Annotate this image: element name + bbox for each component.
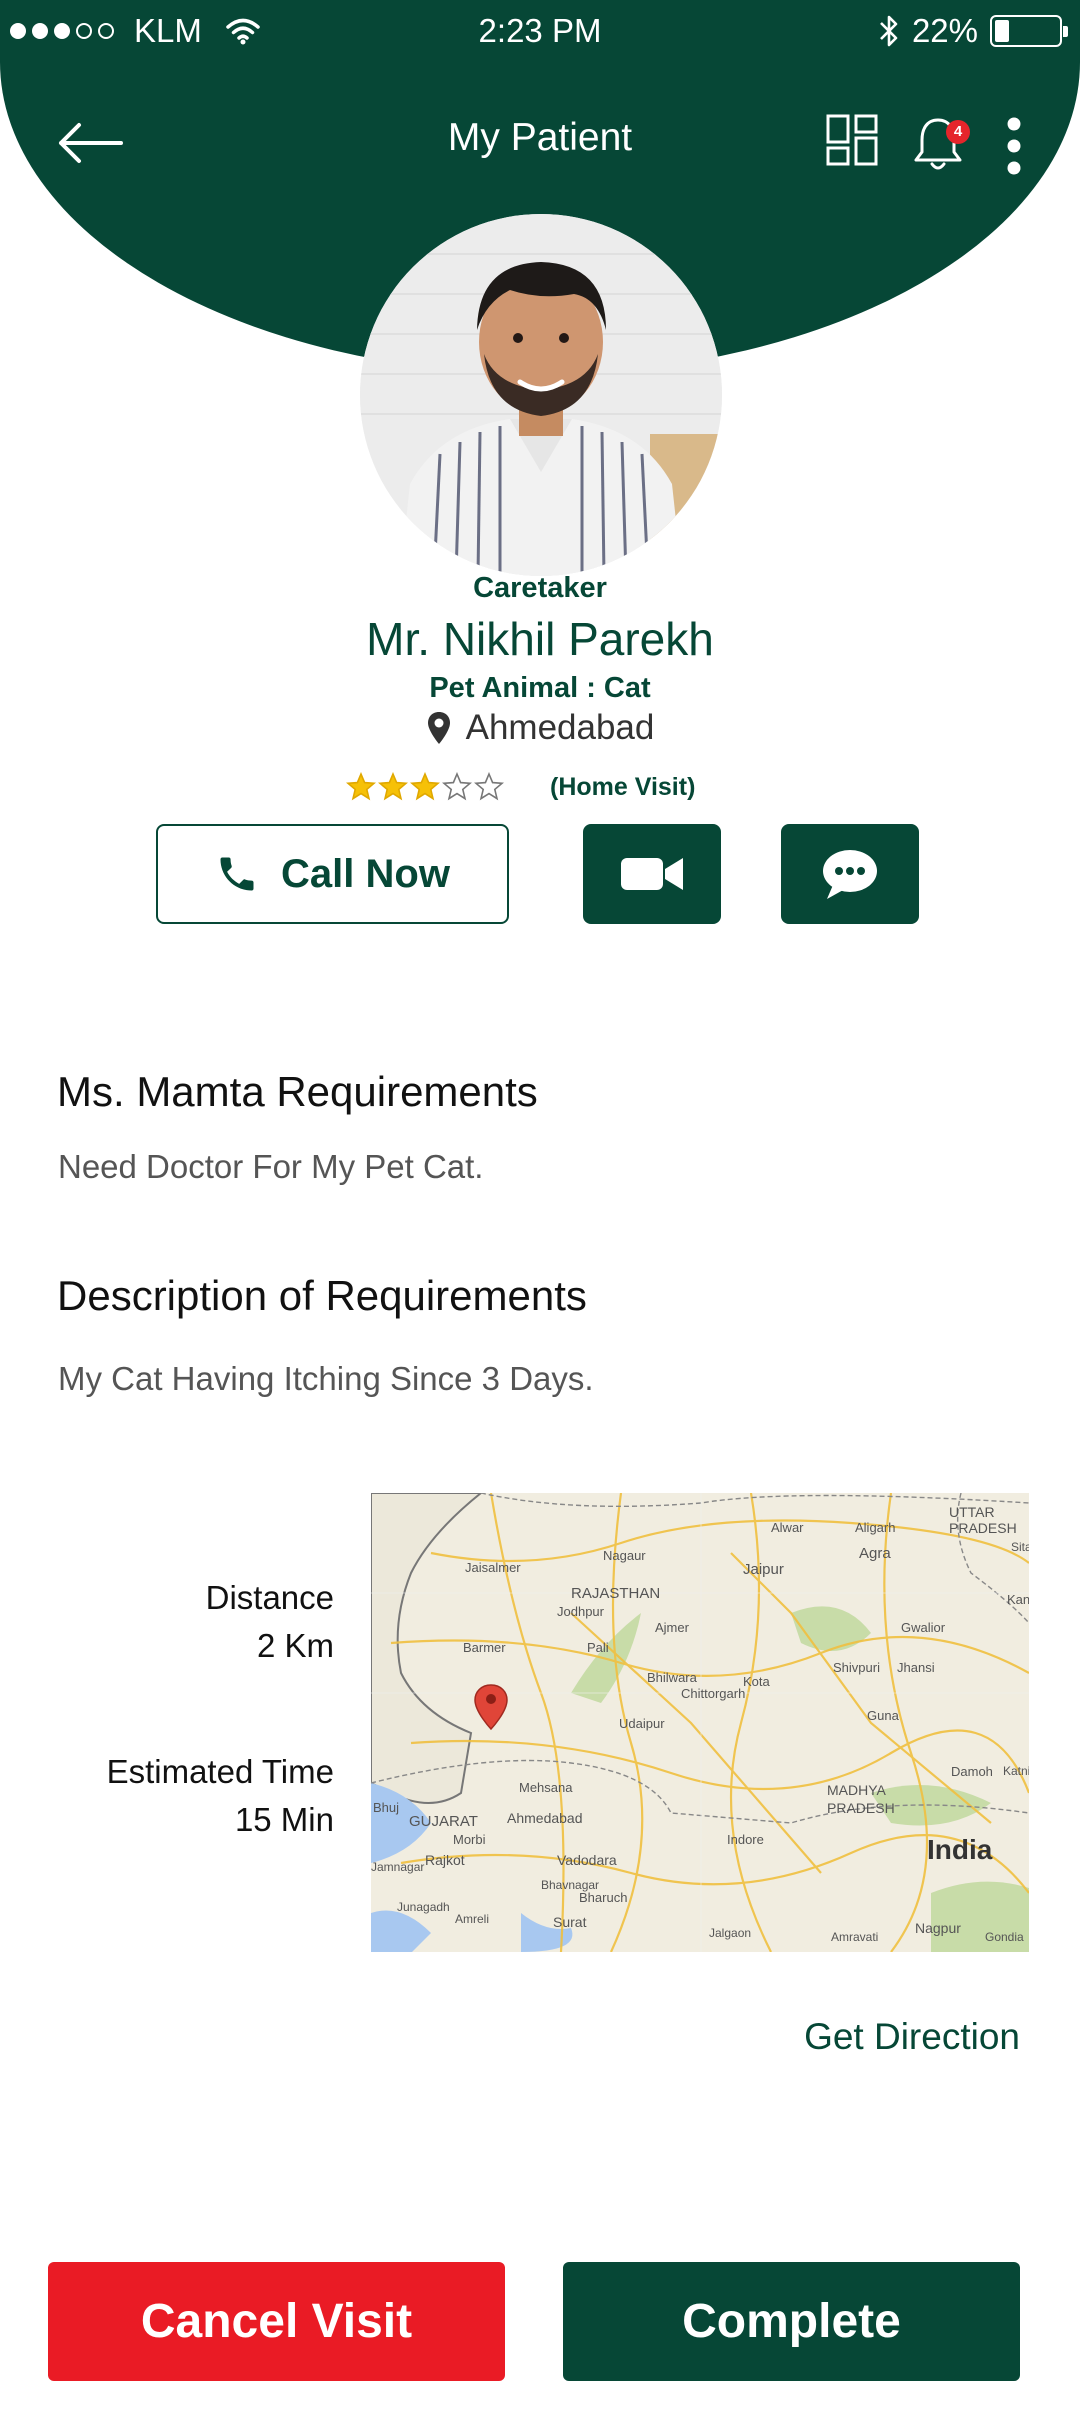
estimated-time-label: Estimated Time bbox=[106, 1753, 334, 1790]
map-label: Katni bbox=[1003, 1764, 1029, 1778]
person-photo bbox=[360, 214, 722, 576]
map-label: Sita bbox=[1011, 1540, 1029, 1554]
estimated-time-value: 15 Min bbox=[234, 1801, 334, 1838]
map-label: Jaipur bbox=[743, 1561, 784, 1578]
map-label: Damoh bbox=[951, 1764, 993, 1779]
map-label: Mehsana bbox=[519, 1780, 573, 1795]
map-label: Kanpur bbox=[1007, 1592, 1029, 1607]
call-now-button[interactable]: Call Now bbox=[156, 824, 509, 924]
distance-label: Distance bbox=[205, 1579, 334, 1616]
map-label: Vadodara bbox=[557, 1852, 617, 1868]
more-options-button[interactable] bbox=[990, 112, 1038, 182]
map-label: Nagpur bbox=[915, 1920, 961, 1936]
map-label: Nagaur bbox=[603, 1548, 646, 1563]
map-label: Shivpuri bbox=[833, 1660, 880, 1675]
map-label: Junagadh bbox=[397, 1900, 450, 1914]
cancel-visit-button[interactable]: Cancel Visit bbox=[48, 2262, 505, 2381]
map-label: Udaipur bbox=[619, 1716, 665, 1731]
phone-icon bbox=[220, 857, 254, 891]
estimated-time-info: Estimated Time 15 Min bbox=[107, 1748, 334, 1844]
map-label: Ahmedabad bbox=[507, 1810, 583, 1826]
map-label: Guna bbox=[867, 1708, 900, 1723]
map-label: Amravati bbox=[831, 1930, 878, 1944]
star-filled-icon bbox=[346, 772, 376, 801]
map-label: Barmer bbox=[463, 1640, 506, 1655]
description-text: My Cat Having Itching Since 3 Days. bbox=[58, 1360, 594, 1397]
battery-fill bbox=[995, 20, 1009, 42]
map-label: Jodhpur bbox=[557, 1604, 605, 1619]
requirements-title: Ms. Mamta Requirements bbox=[57, 1068, 538, 1115]
dashboard-button[interactable] bbox=[826, 114, 886, 174]
map-label: Rajkot bbox=[425, 1852, 465, 1868]
chat-bubble-icon bbox=[823, 850, 877, 899]
dashboard-icon bbox=[826, 114, 878, 166]
distance-value: 2 Km bbox=[256, 1627, 334, 1664]
location-pin-icon bbox=[427, 712, 450, 744]
map-label: PRADESH bbox=[827, 1800, 895, 1816]
map-label: Alwar bbox=[771, 1520, 804, 1535]
map-label: MADHYA bbox=[827, 1782, 887, 1798]
map-label: Aligarh bbox=[855, 1520, 895, 1535]
star-filled-icon bbox=[378, 772, 408, 801]
route-map[interactable]: UTTAR PRADESH Alwar Aligarh Sita Agra Jaisalme… bbox=[371, 1493, 1029, 1952]
battery-icon bbox=[990, 15, 1068, 47]
notification-badge: 4 bbox=[946, 120, 970, 144]
star-empty-icon bbox=[442, 772, 472, 801]
call-now-label: Call Now bbox=[281, 851, 450, 896]
pet-animal-label: Pet Animal : Cat bbox=[429, 672, 651, 704]
map-label: Agra bbox=[859, 1545, 891, 1562]
map-label: Surat bbox=[553, 1914, 587, 1930]
map-label: RAJASTHAN bbox=[571, 1585, 660, 1602]
video-call-button[interactable] bbox=[583, 824, 721, 924]
requirements-text: Need Doctor For My Pet Cat. bbox=[58, 1148, 484, 1185]
distance-info: Distance 2 Km bbox=[206, 1574, 334, 1670]
map-label: Gondia bbox=[985, 1930, 1024, 1944]
map-label: Jhansi bbox=[897, 1660, 935, 1675]
description-title: Description of Requirements bbox=[57, 1272, 587, 1319]
map-canvas: UTTARPRADESHAlwar AligarhSitaAgraJaisalme… bbox=[371, 1493, 1029, 1952]
map-label: Kota bbox=[743, 1674, 771, 1689]
star-empty-icon bbox=[474, 772, 504, 801]
map-label: GUJARAT bbox=[409, 1813, 478, 1830]
map-label: Chittorgarh bbox=[681, 1686, 745, 1701]
chat-button[interactable] bbox=[781, 824, 919, 924]
more-vertical-icon bbox=[1007, 117, 1021, 175]
bluetooth-icon bbox=[880, 15, 898, 47]
map-label: Indore bbox=[727, 1832, 764, 1847]
map-label: Ajmer bbox=[655, 1620, 690, 1635]
location-row: Ahmedabad bbox=[0, 708, 1080, 748]
patient-avatar bbox=[360, 214, 722, 576]
battery-percent: 22% bbox=[911, 12, 978, 49]
status-bar: KLM 2:23 PM 22% bbox=[0, 0, 1080, 62]
star-filled-icon bbox=[410, 772, 440, 801]
map-label: UTTAR bbox=[949, 1504, 995, 1520]
star-rating bbox=[346, 772, 504, 802]
map-label: PRADESH bbox=[949, 1520, 1017, 1536]
complete-button[interactable]: Complete bbox=[563, 2262, 1020, 2381]
map-label: Jamnagar bbox=[371, 1860, 424, 1874]
map-label: Amreli bbox=[455, 1912, 489, 1926]
location-city: Ahmedabad bbox=[465, 708, 655, 747]
get-direction-link[interactable]: Get Direction bbox=[804, 2016, 1020, 2058]
map-label: Morbi bbox=[453, 1832, 486, 1847]
notifications-button[interactable]: 4 bbox=[912, 114, 972, 180]
map-label: Pali bbox=[587, 1640, 609, 1655]
video-camera-icon bbox=[621, 858, 683, 890]
role-label: Caretaker bbox=[473, 572, 607, 604]
patient-name: Mr. Nikhil Parekh bbox=[366, 613, 714, 665]
map-label: India bbox=[927, 1834, 993, 1865]
map-label: Jalgaon bbox=[709, 1926, 751, 1940]
map-label: Bharuch bbox=[579, 1890, 627, 1905]
map-label: Jaisalmer bbox=[465, 1560, 521, 1575]
map-label: Bhuj bbox=[373, 1800, 399, 1815]
visit-type-label: (Home Visit) bbox=[550, 773, 696, 801]
map-label: Bhilwara bbox=[647, 1670, 698, 1685]
map-label: Gwalior bbox=[901, 1620, 946, 1635]
status-right: 22% bbox=[878, 10, 1068, 52]
